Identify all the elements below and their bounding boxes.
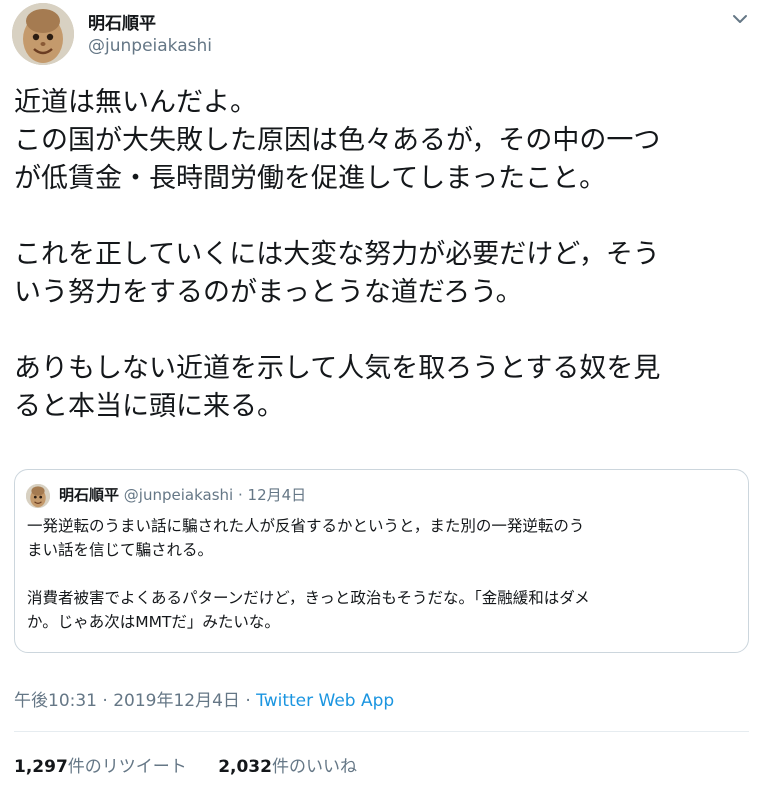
tweet-stats: 1,297件のリツイート 2,032件のいいね [14, 752, 357, 777]
quoted-author-name: 明石順平 [59, 486, 120, 504]
author-handle[interactable]: @junpeiakashi [88, 36, 212, 56]
quoted-header: 明石順平 @junpeiakashi · 12月4日 [59, 484, 306, 506]
tweet-line: ると本当に頭に来る。 [14, 391, 284, 422]
divider [14, 731, 749, 732]
tweet-line: が低賃金・長時間労働を促進してしまったこと。 [14, 163, 607, 194]
retweets-label: 件のリツイート [67, 757, 187, 777]
tweet-card: 明石順平 @junpeiakashi 近道は無いんだよ。 この国が大失敗した原因… [0, 0, 759, 796]
tweet-line: この国が大失敗した原因は色々あるが，その中の一つ [14, 125, 661, 156]
quoted-author-handle: @junpeiakashi [123, 486, 234, 504]
quoted-tweet[interactable]: 明石順平 @junpeiakashi · 12月4日 一発逆転のうまい話に騙され… [14, 469, 749, 653]
likes-label: 件のいいね [271, 757, 357, 777]
source-link[interactable]: Twitter Web App [256, 691, 394, 711]
tweet-line: ありもしない近道を示して人気を取ろうとする奴を見 [14, 353, 661, 384]
tweet-line: これを正していくには大変な努力が必要だけど，そう [14, 239, 660, 270]
likes-count: 2,032 [218, 757, 272, 777]
tweet-meta: 午後10:31 · 2019年12月4日 · Twitter Web App [14, 686, 394, 711]
likes-stat[interactable]: 2,032件のいいね [218, 757, 357, 777]
quoted-avatar [26, 484, 50, 508]
meta-separator: · [102, 691, 108, 711]
author-name[interactable]: 明石順平 [88, 9, 156, 34]
quoted-separator: · [237, 486, 243, 504]
quoted-line: 消費者被害でよくあるパターンだけど，きっと政治もそうだな。「金融緩和はダメ [27, 589, 590, 607]
meta-separator: · [245, 691, 251, 711]
quoted-line: 一発逆転のうまい話に騙された人が反省するかというと，また別の一発逆転のう [27, 517, 585, 535]
retweets-stat[interactable]: 1,297件のリツイート [14, 757, 187, 777]
avatar[interactable] [12, 3, 74, 65]
quoted-line: まい話を信じて騙される。 [27, 541, 214, 559]
chevron-down-icon[interactable] [731, 10, 749, 28]
tweet-text: 近道は無いんだよ。 この国が大失敗した原因は色々あるが，その中の一つ が低賃金・… [14, 84, 749, 426]
quoted-line: か。じゃあ次はMMTだ」みたいな。 [27, 613, 280, 631]
tweet-time[interactable]: 午後10:31 [14, 691, 97, 711]
quoted-date: 12月4日 [247, 486, 307, 504]
tweet-line: 近道は無いんだよ。 [14, 87, 257, 118]
quoted-text: 一発逆転のうまい話に騙された人が反省するかというと，また別の一発逆転のう まい話… [27, 514, 742, 634]
tweet-date[interactable]: 2019年12月4日 [113, 691, 240, 711]
tweet-line: いう努力をするのがまっとうな道だろう。 [14, 277, 523, 308]
retweets-count: 1,297 [14, 757, 68, 777]
